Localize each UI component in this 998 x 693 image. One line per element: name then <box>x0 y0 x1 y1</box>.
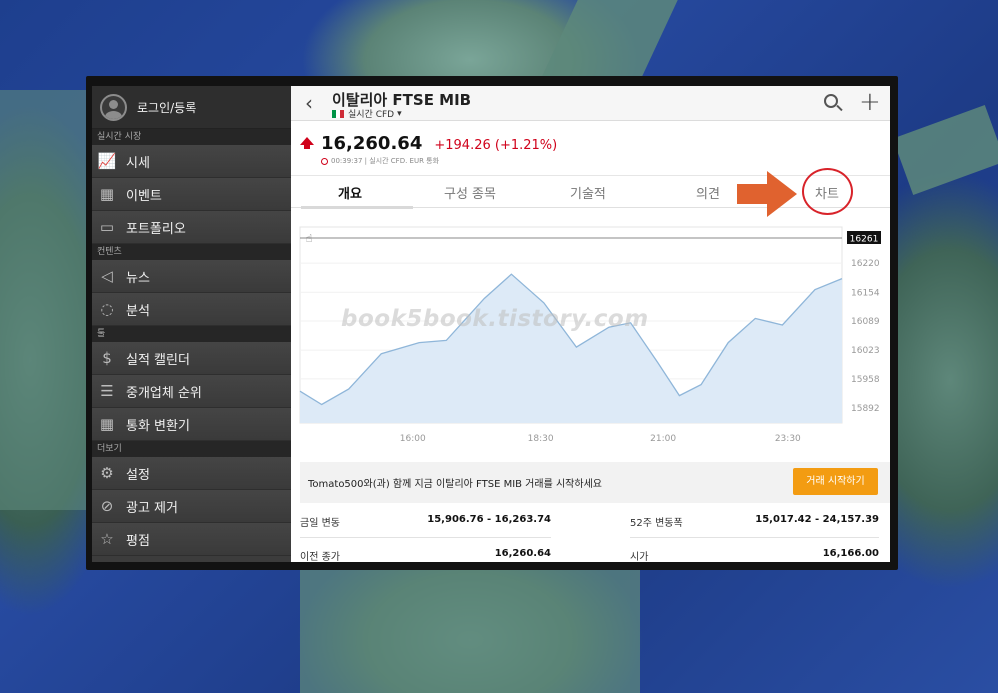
sidebar-item[interactable]: ◁ 뉴스 <box>92 260 291 293</box>
y-tick-label: 16023 <box>851 346 880 356</box>
y-tick-label: 16154 <box>851 288 880 298</box>
y-tick-label: 16089 <box>851 317 880 327</box>
up-arrow-icon <box>300 137 314 149</box>
stat-value: 15,906.76 - 16,263.74 <box>427 514 551 525</box>
hand-pointer-icon[interactable]: ☝ <box>306 232 313 245</box>
sidebar-item-label: 실적 캘린더 <box>126 352 190 368</box>
price-chart[interactable]: 16220 16154 16089 16023 15958 15892 16:00 18:3… <box>291 224 890 454</box>
active-tab-indicator <box>301 206 413 209</box>
sidebar: 로그인/등록 실시간 시장 📈 시세 ▦ 이벤트 ▭ 포트폴리오컨텐츠 ◁ 뉴스 ◌ 분석툴 $ 실적 … <box>92 86 291 562</box>
tab-opinion[interactable]: 의견 <box>696 183 720 202</box>
stat-label: 금일 변동 <box>300 518 340 529</box>
y-tick-label: 15892 <box>851 404 880 414</box>
lightbulb-icon: ◌ <box>100 300 114 318</box>
stat-value: 15,017.42 - 24,157.39 <box>755 514 879 525</box>
sidebar-item-label: 시세 <box>126 155 150 171</box>
stat-value: 16,260.64 <box>494 548 551 559</box>
avatar-icon <box>100 93 127 121</box>
sidebar-section-header: 툴 <box>92 326 291 342</box>
y-tick-label: 15958 <box>851 375 880 385</box>
y-axis-ticks: 16220 16154 16089 16023 15958 15892 <box>851 259 880 414</box>
last-value-label: 16261 <box>850 235 879 245</box>
background-decoration <box>542 0 678 76</box>
tab-overview[interactable]: 개요 <box>338 183 362 202</box>
stat-label: 52주 변동폭 <box>630 518 683 529</box>
sidebar-item[interactable]: $ 실적 캘린더 <box>92 342 291 375</box>
login-row[interactable]: 로그인/등록 <box>92 86 291 129</box>
stat-divider <box>300 537 551 538</box>
x-tick-label: 18:30 <box>528 434 554 444</box>
background-decoration <box>892 105 998 195</box>
watermark-text: book5book.tistory.com <box>341 306 649 332</box>
last-price: 16,260.64 <box>321 133 423 154</box>
sidebar-item-label: 분석 <box>126 303 150 319</box>
quote-meta-text: 00:39:37 | 실시간 CFD. EUR 통화 <box>331 157 440 165</box>
x-axis-ticks: 16:00 18:30 21:00 23:30 <box>400 434 801 444</box>
annotation-circle <box>802 168 853 215</box>
stat-label: 이전 종가 <box>300 552 340 562</box>
sidebar-item[interactable]: ☆ 평점 <box>92 523 291 556</box>
sidebar-item[interactable]: 📈 시세 <box>92 145 291 178</box>
sidebar-item[interactable]: ⊘ 광고 제거 <box>92 490 291 523</box>
italy-flag-icon <box>332 109 344 118</box>
sidebar-item-label: 평점 <box>126 533 150 549</box>
chart-line-icon: 📈 <box>97 152 117 170</box>
star-icon: ☆ <box>100 530 114 548</box>
ad-remove-icon: ⊘ <box>100 497 114 515</box>
x-tick-label: 16:00 <box>400 434 426 444</box>
instrument-subtitle[interactable]: 실시간 CFD ▾ <box>332 107 402 120</box>
tab-technical[interactable]: 기술적 <box>570 183 606 202</box>
dollar-coin-icon: $ <box>102 349 112 367</box>
sidebar-item[interactable]: ▦ 이벤트 <box>92 178 291 211</box>
x-tick-label: 23:30 <box>775 434 801 444</box>
trade-banner: Tomato500와(과) 함께 지금 이탈리아 FTSE MIB 거래를 시작… <box>300 462 890 503</box>
calculator-icon: ▦ <box>99 415 115 433</box>
sidebar-item[interactable]: ☰ 중개업체 순위 <box>92 375 291 408</box>
sidebar-item[interactable]: ⚙ 설정 <box>92 457 291 490</box>
megaphone-icon: ◁ <box>101 267 113 285</box>
background-decoration <box>300 570 640 693</box>
add-icon[interactable]: + <box>859 87 881 117</box>
back-icon[interactable]: ‹ <box>305 91 313 115</box>
login-label: 로그인/등록 <box>137 100 197 115</box>
sidebar-item[interactable]: ▦ 통화 변환기 <box>92 408 291 441</box>
caret-down-icon: ▾ <box>397 108 402 119</box>
sidebar-item[interactable]: ◌ 분석 <box>92 293 291 326</box>
x-tick-label: 21:00 <box>650 434 676 444</box>
banner-text: Tomato500와(과) 함께 지금 이탈리아 FTSE MIB 거래를 시작… <box>308 479 602 490</box>
stat-divider <box>630 537 879 538</box>
sidebar-section-header: 컨텐츠 <box>92 244 291 260</box>
tab-components[interactable]: 구성 종목 <box>444 183 496 202</box>
gear-icon: ⚙ <box>100 464 114 482</box>
stat-value: 16,166.00 <box>822 548 879 559</box>
sidebar-item-label: 중개업체 순위 <box>126 385 202 401</box>
tab-bar: 개요 구성 종목 기술적 의견 차트 <box>291 175 890 209</box>
top-bar: ‹ 이탈리아 FTSE MIB 실시간 CFD ▾ + <box>291 86 890 121</box>
briefcase-icon: ▭ <box>99 218 115 236</box>
search-icon[interactable] <box>824 94 838 108</box>
ranking-icon: ☰ <box>100 382 114 400</box>
sidebar-section-header: 더보기 <box>92 441 291 457</box>
sidebar-item-label: 설정 <box>126 467 150 483</box>
price-row: 16,260.64 +194.26 (+1.21%) <box>300 133 557 154</box>
start-trading-button[interactable]: 거래 시작하기 <box>793 468 878 495</box>
sidebar-item-label: 이벤트 <box>126 188 162 204</box>
stat-label: 시가 <box>630 552 649 562</box>
sidebar-item-label: 통화 변환기 <box>126 418 190 434</box>
sidebar-sections: 실시간 시장 📈 시세 ▦ 이벤트 ▭ 포트폴리오컨텐츠 ◁ 뉴스 ◌ 분석툴 $ 실적 캘린더 ☰ 중개업… <box>92 129 291 556</box>
calendar-icon: ▦ <box>99 185 115 203</box>
sidebar-item[interactable]: ▭ 포트폴리오 <box>92 211 291 244</box>
sidebar-section-header: 실시간 시장 <box>92 129 291 145</box>
sidebar-item-label: 광고 제거 <box>126 500 178 516</box>
quote-meta: 00:39:37 | 실시간 CFD. EUR 통화 <box>321 156 439 166</box>
price-change: +194.26 (+1.21%) <box>434 138 558 153</box>
subtitle-label: 실시간 CFD <box>348 110 395 120</box>
y-tick-label: 16220 <box>851 259 880 269</box>
background-decoration <box>0 90 86 510</box>
sidebar-item-label: 포트폴리오 <box>126 221 186 237</box>
sidebar-item-label: 뉴스 <box>126 270 150 286</box>
clock-icon <box>321 157 328 165</box>
annotation-arrow-icon <box>737 171 797 217</box>
